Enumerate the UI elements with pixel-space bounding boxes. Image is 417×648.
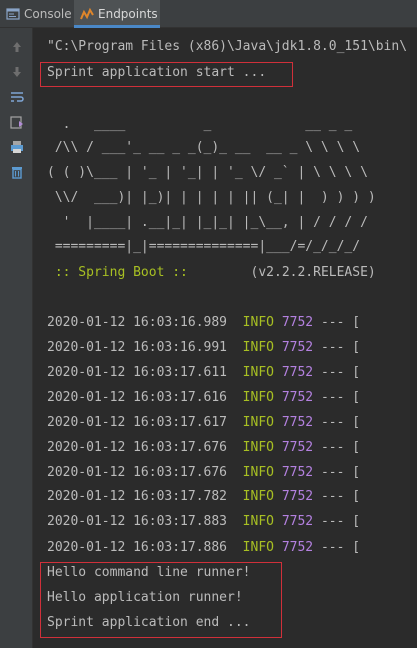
log-rest: --- [ <box>320 340 361 355</box>
banner-line: ( ( )\___ | '_ | '_| | '_ \/ _` | \ \ \ … <box>47 165 368 180</box>
up-arrow-icon[interactable] <box>8 38 26 56</box>
log-line: 2020-01-12 16:03:17.676 INFO 7752 --- [ <box>47 464 360 482</box>
spring-boot-version: (v2.2.2.RELEASE) <box>250 265 376 280</box>
log-line: 2020-01-12 16:03:16.991 INFO 7752 --- [ <box>47 339 360 357</box>
log-pid: 7752 <box>281 540 314 555</box>
trash-icon[interactable] <box>8 163 26 181</box>
console-toolbar <box>0 28 33 648</box>
log-timestamp: 2020-01-12 16:03:16.989 <box>47 315 228 330</box>
log-timestamp: 2020-01-12 16:03:17.886 <box>47 540 228 555</box>
log-level: INFO <box>242 540 274 555</box>
log-pid: 7752 <box>281 365 314 380</box>
log-timestamp: 2020-01-12 16:03:17.782 <box>47 489 228 504</box>
log-line: 2020-01-12 16:03:17.616 INFO 7752 --- [ <box>47 389 360 407</box>
log-level: INFO <box>242 465 274 480</box>
log-pid: 7752 <box>281 415 314 430</box>
log-level: INFO <box>242 390 274 405</box>
log-line: 2020-01-12 16:03:17.611 INFO 7752 --- [ <box>47 364 360 382</box>
log-pid: 7752 <box>281 514 314 529</box>
banner-line: =========|_|==============|___/=/_/_/_/ <box>47 239 361 254</box>
log-line: 2020-01-12 16:03:17.676 INFO 7752 --- [ <box>47 439 360 457</box>
tab-console[interactable]: Console <box>6 0 72 28</box>
console-icon <box>6 8 20 20</box>
endpoints-icon <box>80 7 94 20</box>
log-rest: --- [ <box>320 489 361 504</box>
log-pid: 7752 <box>281 489 314 504</box>
scroll-to-end-icon[interactable] <box>8 113 26 131</box>
tab-endpoints[interactable]: Endpoints <box>74 0 160 28</box>
log-rest: --- [ <box>320 440 361 455</box>
log-level: INFO <box>242 365 274 380</box>
tab-endpoints-label: Endpoints <box>98 7 158 21</box>
log-timestamp: 2020-01-12 16:03:17.616 <box>47 390 228 405</box>
spring-boot-line: :: Spring Boot :: (v2.2.2.RELEASE) <box>47 264 376 282</box>
banner-line: ' |____| .__|_| |_|_| |_\__, | / / / / <box>47 215 368 230</box>
log-rest: --- [ <box>320 415 361 430</box>
command-line: "C:\Program Files (x86)\Java\jdk1.8.0_15… <box>47 39 408 54</box>
log-level: INFO <box>242 315 274 330</box>
banner-line: /\\ / ___'_ __ _ _(_)_ __ __ _ \ \ \ \ <box>47 140 361 155</box>
log-line: 2020-01-12 16:03:16.989 INFO 7752 --- [ <box>47 314 360 332</box>
log-timestamp: 2020-01-12 16:03:17.676 <box>47 440 228 455</box>
log-timestamp: 2020-01-12 16:03:17.883 <box>47 514 228 529</box>
spring-boot-label: :: Spring Boot :: <box>47 265 188 280</box>
log-timestamp: 2020-01-12 16:03:16.991 <box>47 340 228 355</box>
print-icon[interactable] <box>8 138 26 156</box>
log-level: INFO <box>242 340 274 355</box>
log-level: INFO <box>242 440 274 455</box>
runner-highlight-box <box>40 562 282 638</box>
tool-window-tabbar: Console Endpoints <box>0 0 417 28</box>
log-pid: 7752 <box>281 465 314 480</box>
log-line: 2020-01-12 16:03:17.617 INFO 7752 --- [ <box>47 414 360 432</box>
log-pid: 7752 <box>281 390 314 405</box>
log-rest: --- [ <box>320 365 361 380</box>
log-rest: --- [ <box>320 465 361 480</box>
log-timestamp: 2020-01-12 16:03:17.611 <box>47 365 228 380</box>
banner-line: . ____ _ __ _ _ <box>47 117 353 132</box>
log-line: 2020-01-12 16:03:17.883 INFO 7752 --- [ <box>47 513 360 531</box>
log-rest: --- [ <box>320 315 361 330</box>
soft-wrap-icon[interactable] <box>8 88 26 106</box>
log-line: 2020-01-12 16:03:17.782 INFO 7752 --- [ <box>47 488 360 506</box>
log-level: INFO <box>242 489 274 504</box>
log-level: INFO <box>242 415 274 430</box>
banner-line: \\/ ___)| |_)| | | | | || (_| | ) ) ) ) <box>47 190 376 205</box>
down-arrow-icon[interactable] <box>8 63 26 81</box>
console-output[interactable]: "C:\Program Files (x86)\Java\jdk1.8.0_15… <box>34 28 417 648</box>
log-pid: 7752 <box>281 315 314 330</box>
log-rest: --- [ <box>320 390 361 405</box>
log-timestamp: 2020-01-12 16:03:17.676 <box>47 465 228 480</box>
log-line: 2020-01-12 16:03:17.886 INFO 7752 --- [ <box>47 539 360 557</box>
log-timestamp: 2020-01-12 16:03:17.617 <box>47 415 228 430</box>
log-pid: 7752 <box>281 440 314 455</box>
tab-console-label: Console <box>24 7 72 21</box>
start-highlight-box <box>40 62 293 87</box>
log-level: INFO <box>242 514 274 529</box>
log-pid: 7752 <box>281 340 314 355</box>
log-rest: --- [ <box>320 514 361 529</box>
log-rest: --- [ <box>320 540 361 555</box>
